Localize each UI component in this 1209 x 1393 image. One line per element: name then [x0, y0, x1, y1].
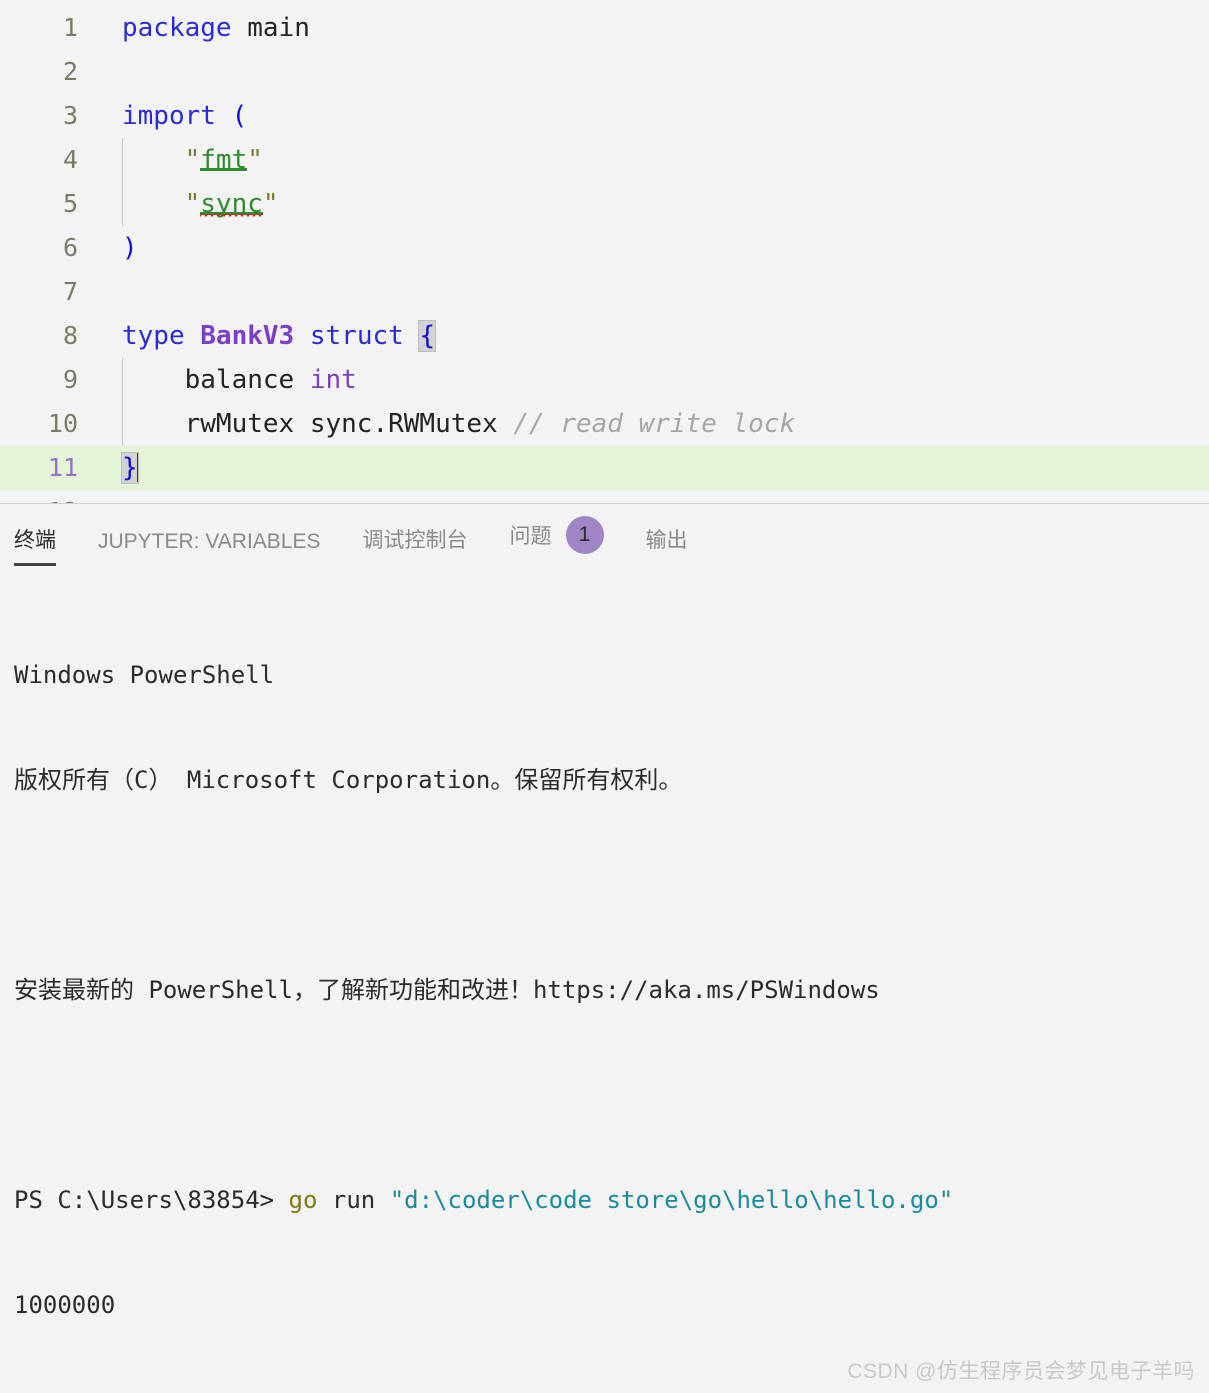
line-number: 4 — [62, 145, 78, 174]
tab-active-underline — [14, 563, 56, 566]
terminal-output[interactable]: Windows PowerShell 版权所有（C） Microsoft Cor… — [0, 566, 1209, 1393]
terminal-cmd-go: go — [288, 1186, 318, 1214]
tab-label: 输出 — [645, 529, 688, 552]
line-number: 12 — [0, 490, 78, 503]
text-cursor — [136, 452, 139, 482]
token-keyword: package — [122, 13, 232, 43]
code-line[interactable]: 1 package main — [0, 6, 1209, 50]
token-paren: ( — [215, 101, 248, 131]
token-brace-match: } — [121, 452, 139, 484]
token-typename: BankV3 — [184, 321, 295, 351]
token-paren: ) — [122, 233, 138, 263]
tab-jupyter-variables[interactable]: JUPYTER: VARIABLES — [98, 530, 321, 566]
problems-count-badge: 1 — [565, 516, 604, 554]
code-line[interactable]: 6 ) — [0, 226, 1209, 270]
line-number: 6 — [62, 233, 78, 262]
line-content: "sync" — [122, 182, 279, 226]
line-number: 10 — [47, 409, 78, 438]
line-number: 1 — [62, 13, 78, 42]
code-line[interactable]: 9 balance int — [0, 358, 1209, 402]
line-number: 7 — [62, 277, 78, 306]
code-line[interactable]: 2 — [0, 50, 1209, 94]
line-number: 9 — [62, 365, 78, 394]
terminal-prompt: PS C:\Users\83854> — [14, 1186, 289, 1214]
line-content: rwMutex sync.RWMutex // read write lock — [122, 402, 796, 446]
token-quote: " — [184, 189, 201, 219]
code-line[interactable]: 8 type BankV3 struct { — [0, 314, 1209, 358]
tab-label: JUPYTER: VARIABLES — [98, 530, 321, 553]
tab-problems[interactable]: 问题 1 — [510, 516, 604, 566]
code-lines[interactable]: 1 package main 2 3 import ( 4 "fmt" 5 "s… — [0, 0, 1209, 503]
bottom-panel: 终端 JUPYTER: VARIABLES 调试控制台 问题 1 输出 Wind… — [0, 504, 1209, 1393]
terminal-cmd-run: run — [317, 1186, 390, 1214]
token-import-sync-error[interactable]: sync — [200, 189, 263, 219]
code-line[interactable]: 12 — [0, 490, 1209, 503]
token-quote: " — [184, 145, 201, 175]
code-line[interactable]: 10 rwMutex sync.RWMutex // read write lo… — [0, 402, 1209, 446]
code-line[interactable]: 7 — [0, 270, 1209, 314]
line-content: type BankV3 struct { — [122, 314, 437, 358]
line-content: } — [121, 446, 139, 490]
terminal-cmd-path: "d:\coder\code store\go\hello\hello.go" — [389, 1186, 954, 1214]
code-line[interactable]: 5 "sync" — [0, 182, 1209, 226]
line-number: 5 — [62, 189, 78, 218]
token-comment: // read write lock — [513, 409, 796, 439]
terminal-result: 1000000 — [14, 1291, 116, 1319]
token-type: int — [309, 365, 357, 395]
line-content: "fmt" — [122, 138, 263, 182]
terminal-command-line: PS C:\Users\83854> go run "d:\coder\code… — [14, 1183, 1209, 1218]
csdn-watermark: CSDN @仿生程序员会梦见电子羊吗 — [847, 1360, 1195, 1383]
tab-output[interactable]: 输出 — [646, 524, 688, 566]
code-editor[interactable]: 1 package main 2 3 import ( 4 "fmt" 5 "s… — [0, 0, 1209, 504]
line-number: 11 — [47, 453, 78, 482]
line-number: 8 — [62, 321, 78, 350]
line-number: 3 — [62, 101, 78, 130]
token-keyword: type — [122, 321, 185, 351]
tab-label: 终端 — [14, 529, 56, 552]
token-field: rwMutex sync.RWMutex — [184, 409, 514, 439]
line-content: ) — [122, 226, 138, 270]
terminal-line: 版权所有（C） Microsoft Corporation。保留所有权利。 — [14, 766, 683, 794]
token-brace-match: { — [418, 320, 437, 352]
line-number: 2 — [62, 57, 78, 86]
token-keyword: import — [122, 101, 216, 131]
line-content: balance int — [122, 358, 357, 402]
line-content: import ( — [122, 94, 247, 138]
tab-label: 调试控制台 — [362, 529, 468, 552]
vscode-window: 1 package main 2 3 import ( 4 "fmt" 5 "s… — [0, 0, 1209, 1393]
tab-terminal[interactable]: 终端 — [14, 524, 56, 566]
code-line[interactable]: 3 import ( — [0, 94, 1209, 138]
code-line-active[interactable]: 11 } — [0, 446, 1209, 490]
terminal-line: 安装最新的 PowerShell，了解新功能和改进！https://aka.ms… — [14, 976, 880, 1004]
token-import-fmt[interactable]: fmt — [200, 145, 248, 175]
panel-tab-bar: 终端 JUPYTER: VARIABLES 调试控制台 问题 1 输出 — [0, 504, 1209, 566]
token-keyword: struct — [294, 321, 420, 351]
token-quote: " — [262, 189, 279, 219]
tab-debug-console[interactable]: 调试控制台 — [363, 524, 468, 566]
tab-label: 问题 — [509, 525, 552, 548]
terminal-line: Windows PowerShell — [14, 661, 275, 689]
token-field: balance — [184, 365, 310, 395]
token-quote: " — [247, 145, 263, 175]
line-content: package main — [122, 6, 310, 50]
token-identifier: main — [231, 13, 310, 43]
code-line[interactable]: 4 "fmt" — [0, 138, 1209, 182]
